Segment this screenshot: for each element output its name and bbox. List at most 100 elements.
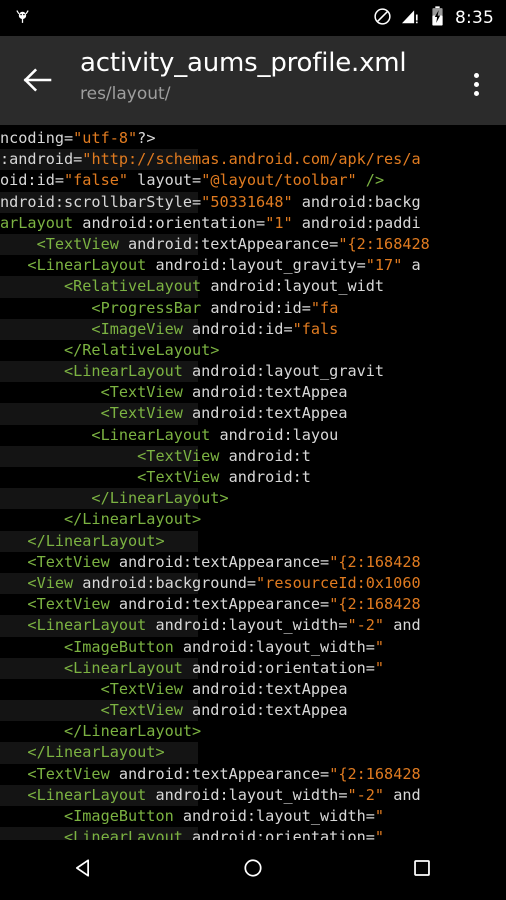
code-line[interactable]: <TextView android:t (0, 445, 506, 467)
code-token-tag: <View (0, 573, 74, 592)
code-line[interactable]: </LinearLayout> (0, 509, 506, 530)
code-line[interactable]: <TextView android:t (0, 467, 506, 488)
code-token-plain: oid:id= (0, 171, 65, 190)
code-token-plain: android:background= (73, 573, 257, 592)
code-line-text: </LinearLayout> (0, 488, 506, 509)
code-line[interactable]: </RelativeLayout> (0, 340, 506, 361)
code-token-tag: <ImageView (0, 319, 183, 338)
code-token-plain: android:layou (210, 425, 339, 444)
circle-home-icon (242, 857, 264, 883)
code-line-text: <TextView android:textAppea (0, 382, 506, 403)
code-line[interactable]: <TextView android:textAppearance="{2:168… (0, 552, 506, 573)
code-line[interactable]: <TextView android:textAppearance="{2:168… (0, 764, 506, 785)
code-editor-view[interactable]: ncoding="utf-8"?>:android="http://schema… (0, 125, 506, 840)
app-bar: activity_aums_profile.xml res/layout/ (0, 36, 506, 125)
code-line[interactable]: ndroid:scrollbarStyle="50331648" android… (0, 191, 506, 213)
code-line[interactable]: <TextView android:textAppea (0, 700, 506, 722)
code-line[interactable]: </LinearLayout> (0, 488, 506, 510)
code-token-tag: </RelativeLayout> (0, 340, 220, 359)
code-token-tag: arLayout (0, 213, 74, 232)
code-line[interactable]: <TextView android:textAppea (0, 679, 506, 700)
code-token-plain: android:layout_width= (146, 785, 348, 804)
code-line-text: <LinearLayout android:orientation=" (0, 827, 506, 840)
code-line[interactable]: <RelativeLayout android:layout_widt (0, 276, 506, 298)
code-line-text: </LinearLayout> (0, 721, 506, 742)
code-line[interactable]: <LinearLayout android:layout_gravity="17… (0, 255, 506, 276)
code-token-tag: </LinearLayout> (0, 510, 202, 529)
code-token-plain: android:layout_gravit (182, 362, 385, 381)
code-line-text: ndroid:scrollbarStyle="50331648" android… (0, 192, 506, 213)
code-token-str: "1" (265, 213, 293, 232)
code-token-plain: android:textAppea (182, 383, 348, 402)
code-token-tag: <LinearLayout (0, 425, 211, 444)
code-line[interactable]: <ImageButton android:layout_width=" (0, 637, 506, 658)
code-line-text: <LinearLayout android:layou (0, 425, 506, 446)
code-line[interactable]: ncoding="utf-8"?> (0, 128, 506, 149)
code-line[interactable]: <LinearLayout android:layout_width="-2" … (0, 784, 506, 806)
code-line[interactable]: <TextView android:textAppea (0, 382, 506, 403)
code-token-str: "resourceId:0x1060 (256, 573, 421, 592)
code-line[interactable]: </LinearLayout> (0, 721, 506, 742)
code-line[interactable]: <LinearLayout android:layou (0, 425, 506, 446)
code-token-str: " (374, 807, 385, 825)
code-token-tag: <TextView (0, 383, 183, 402)
back-button[interactable] (14, 60, 62, 104)
code-token-plain: android:textAppearance= (109, 595, 330, 614)
code-line[interactable]: <TextView android:textAppearance="{2:168… (0, 594, 506, 615)
code-line-text: <LinearLayout android:layout_width="-2" … (0, 615, 506, 636)
code-line-text: <LinearLayout android:orientation=" (0, 658, 506, 679)
code-line[interactable]: <TextView android:textAppea (0, 403, 506, 425)
back-nav-button[interactable] (44, 846, 124, 894)
code-line[interactable]: </LinearLayout> (0, 742, 506, 764)
arrow-back-icon (23, 67, 53, 97)
code-line[interactable]: <ProgressBar android:id="fa (0, 298, 506, 319)
code-line-text: <TextView android:textAppearance="{2:168… (0, 552, 506, 573)
code-line[interactable]: <ImageButton android:layout_width=" (0, 806, 506, 827)
code-line[interactable]: <View android:background="resourceId:0x1… (0, 572, 506, 595)
code-token-plain: android:textAppea (182, 679, 348, 698)
code-line[interactable]: <ImageView android:id="fals (0, 318, 506, 340)
code-token-plain: ?> (137, 129, 156, 147)
code-token-tag: </LinearLayout> (0, 722, 202, 741)
code-token-str: "http://schemas.android.com/apk/res/a (82, 150, 421, 169)
title-block: activity_aums_profile.xml res/layout/ (80, 45, 450, 106)
home-nav-button[interactable] (213, 846, 293, 894)
recents-nav-button[interactable] (382, 846, 462, 894)
code-line[interactable]: arLayout android:orientation="1" android… (0, 213, 506, 234)
code-token-tag: </LinearLayout> (0, 489, 229, 508)
code-line[interactable]: <LinearLayout android:layout_gravit (0, 361, 506, 383)
code-token-str: "{2:168428 (329, 595, 421, 614)
overflow-menu-icon (473, 90, 479, 96)
code-line-text: <RelativeLayout android:layout_widt (0, 276, 506, 297)
code-line[interactable]: <TextView android:textAppearance="{2:168… (0, 233, 506, 256)
code-token-plain: android:layout_width= (173, 807, 375, 825)
code-token-tag: <LinearLayout (0, 616, 147, 635)
overflow-menu-button[interactable] (454, 62, 498, 106)
code-token-str: "false" (64, 171, 129, 190)
code-line-text: ncoding="utf-8"?> (0, 128, 506, 149)
code-token-plain: ncoding= (0, 129, 74, 147)
code-line[interactable]: :android="http://schemas.android.com/apk… (0, 149, 506, 171)
code-line[interactable]: </LinearLayout> (0, 530, 506, 552)
code-line[interactable]: <LinearLayout android:orientation=" (0, 827, 506, 840)
code-token-plain: android:layout_width= (173, 637, 375, 656)
code-token-str: " (374, 828, 385, 840)
code-line-text: </LinearLayout> (0, 509, 506, 530)
code-token-str: "-2" (347, 616, 385, 635)
code-line[interactable]: <LinearLayout android:orientation=" (0, 657, 506, 679)
code-line[interactable]: oid:id="false" layout="@layout/toolbar" … (0, 170, 506, 191)
code-line-text: <LinearLayout android:layout_gravit (0, 361, 506, 382)
code-token-tag: <RelativeLayout (0, 277, 202, 296)
code-line-text: <TextView android:textAppea (0, 700, 506, 721)
code-line-text: </LinearLayout> (0, 531, 506, 552)
square-recents-icon (411, 857, 433, 883)
code-token-tag: <LinearLayout (0, 256, 147, 275)
do-not-disturb-icon (373, 7, 392, 30)
code-token-plain: layout= (128, 171, 202, 190)
code-token-plain: android:orientation= (182, 658, 375, 677)
code-token-str: "{2:168428 (329, 552, 421, 571)
code-token-plain: android:id= (182, 319, 293, 338)
code-line[interactable]: <LinearLayout android:layout_width="-2" … (0, 615, 506, 637)
code-token-tag: <LinearLayout (0, 362, 183, 381)
